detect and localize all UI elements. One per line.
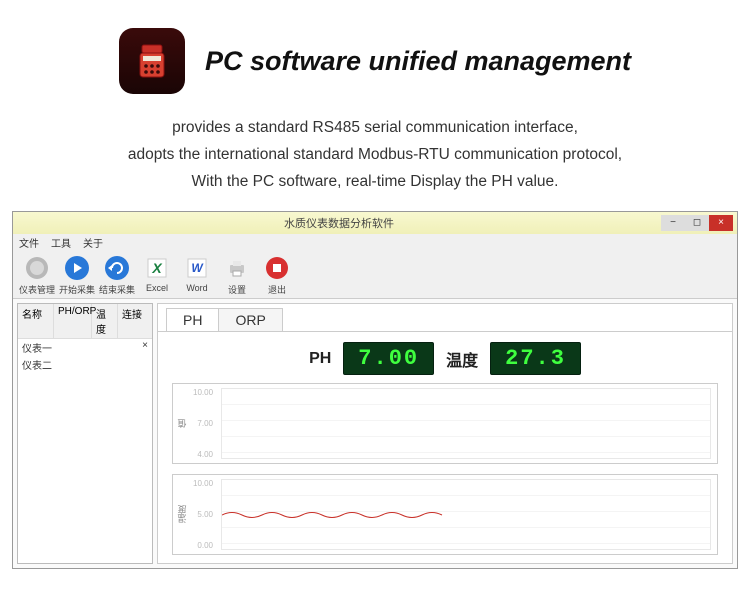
word-icon: W bbox=[183, 254, 211, 282]
tool-device-manage[interactable]: 仪表管理 bbox=[19, 254, 55, 296]
chart-plot-area bbox=[221, 479, 711, 550]
tabs: PH ORP bbox=[158, 304, 732, 332]
close-button[interactable]: × bbox=[709, 215, 733, 231]
tool-exit[interactable]: 退出 bbox=[259, 254, 295, 296]
app-icon bbox=[119, 28, 185, 94]
ph-value: 7.00 bbox=[343, 342, 434, 375]
device-icon bbox=[23, 254, 51, 282]
chart-ph: 值 10.00 7.00 4.00 bbox=[172, 383, 718, 464]
chart-temp: 温度 10.00 5.00 0.00 bbox=[172, 474, 718, 555]
refresh-icon bbox=[103, 254, 131, 282]
maximize-button[interactable]: ◻ bbox=[685, 215, 709, 231]
tool-end-collect[interactable]: 结束采集 bbox=[99, 254, 135, 296]
print-icon bbox=[223, 254, 251, 282]
tab-ph[interactable]: PH bbox=[166, 308, 219, 331]
svg-text:W: W bbox=[191, 261, 204, 275]
exit-icon bbox=[263, 254, 291, 282]
toolbar: 仪表管理 开始采集 结束采集 XExcel WWord 设置 退出 bbox=[13, 250, 737, 299]
tab-orp[interactable]: ORP bbox=[218, 308, 282, 331]
tool-excel[interactable]: XExcel bbox=[139, 254, 175, 296]
temp-label: 温度 bbox=[446, 347, 478, 371]
list-item[interactable]: 仪表二 bbox=[18, 356, 152, 373]
play-icon bbox=[63, 254, 91, 282]
chart-plot-area bbox=[221, 388, 711, 459]
menu-file[interactable]: 文件 bbox=[19, 235, 39, 250]
window-title: 水质仪表数据分析软件 bbox=[17, 215, 661, 231]
description: provides a standard RS485 serial communi… bbox=[0, 108, 750, 211]
app-window: 水质仪表数据分析软件 − ◻ × 文件 工具 关于 仪表管理 开始采集 结束采集… bbox=[12, 211, 738, 569]
list-item[interactable]: 仪表一 × bbox=[18, 339, 152, 356]
list-header: 名称 PH/ORP 温度 连接 bbox=[18, 304, 152, 339]
device-list: 名称 PH/ORP 温度 连接 仪表一 × 仪表二 bbox=[17, 303, 153, 564]
main-panel: PH ORP PH 7.00 温度 27.3 值 10.00 7.00 4.00 bbox=[157, 303, 733, 564]
temp-value: 27.3 bbox=[490, 342, 581, 375]
svg-text:X: X bbox=[151, 260, 163, 276]
page-title: PC software unified management bbox=[205, 46, 631, 77]
tool-start-collect[interactable]: 开始采集 bbox=[59, 254, 95, 296]
menubar: 文件 工具 关于 bbox=[13, 234, 737, 250]
tool-word[interactable]: WWord bbox=[179, 254, 215, 296]
readings-row: PH 7.00 温度 27.3 bbox=[158, 332, 732, 383]
menu-tools[interactable]: 工具 bbox=[51, 235, 71, 250]
minimize-button[interactable]: − bbox=[661, 215, 685, 231]
excel-icon: X bbox=[143, 254, 171, 282]
tool-settings[interactable]: 设置 bbox=[219, 254, 255, 296]
ph-label: PH bbox=[309, 350, 331, 368]
titlebar: 水质仪表数据分析软件 − ◻ × bbox=[13, 212, 737, 234]
menu-about[interactable]: 关于 bbox=[83, 235, 103, 250]
